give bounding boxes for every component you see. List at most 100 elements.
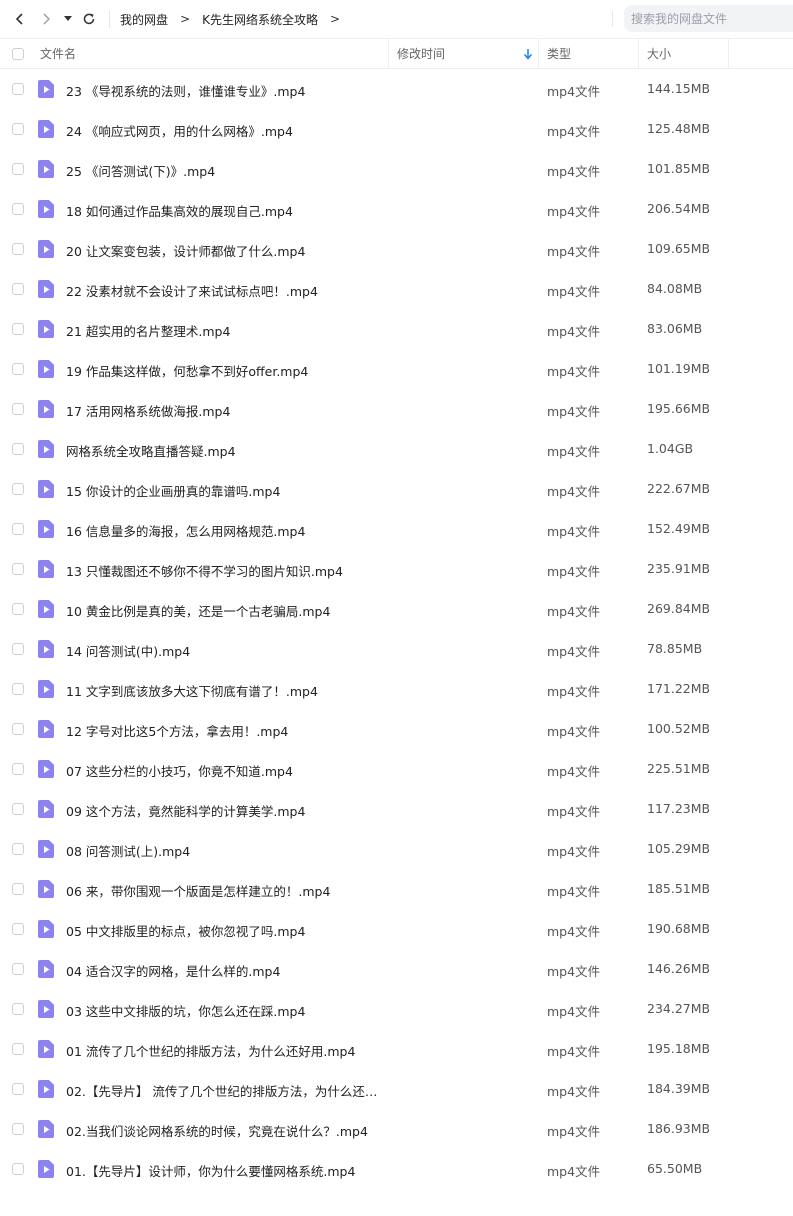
row-checkbox[interactable] (12, 603, 24, 615)
row-checkbox[interactable] (12, 1083, 24, 1095)
file-name[interactable]: 12 字号对比这5个方法，拿去用！.mp4 (66, 721, 288, 740)
row-checkbox[interactable] (12, 283, 24, 295)
file-row[interactable]: 12 字号对比这5个方法，拿去用！.mp4 mp4文件 100.52MB (0, 709, 793, 749)
file-name[interactable]: 24 《响应式网页，用的什么网格》.mp4 (66, 121, 293, 140)
column-divider[interactable] (538, 39, 539, 69)
file-row[interactable]: 24 《响应式网页，用的什么网格》.mp4 mp4文件 125.48MB (0, 109, 793, 149)
file-row[interactable]: 18 如何通过作品集高效的展现自己.mp4 mp4文件 206.54MB (0, 189, 793, 229)
file-row[interactable]: 13 只懂裁图还不够你不得不学习的图片知识.mp4 mp4文件 235.91MB (0, 549, 793, 589)
file-row[interactable]: 04 适合汉字的网格，是什么样的.mp4 mp4文件 146.26MB (0, 949, 793, 989)
row-checkbox[interactable] (12, 923, 24, 935)
file-row[interactable]: 16 信息量多的海报，怎么用网格规范.mp4 mp4文件 152.49MB (0, 509, 793, 549)
row-checkbox[interactable] (12, 523, 24, 535)
file-name[interactable]: 08 问答测试(上).mp4 (66, 841, 190, 860)
breadcrumb-item[interactable]: 我的网盘 (120, 11, 168, 28)
file-name[interactable]: 21 超实用的名片整理术.mp4 (66, 321, 230, 340)
file-name[interactable]: 23 《导视系统的法则，谁懂谁专业》.mp4 (66, 81, 305, 100)
file-name[interactable]: 05 中文排版里的标点，被你忽视了吗.mp4 (66, 921, 305, 940)
row-checkbox[interactable] (12, 963, 24, 975)
row-checkbox[interactable] (12, 803, 24, 815)
row-checkbox[interactable] (12, 643, 24, 655)
column-divider[interactable] (388, 39, 389, 69)
row-checkbox[interactable] (12, 843, 24, 855)
file-row[interactable]: 02.【先导片】 流传了几个世纪的排版方法，为什么还好... mp4文件 184.3… (0, 1069, 793, 1109)
row-checkbox[interactable] (12, 763, 24, 775)
row-checkbox[interactable] (12, 483, 24, 495)
sort-descending-icon[interactable] (523, 48, 533, 60)
file-row[interactable]: 06 来，带你围观一个版面是怎样建立的！.mp4 mp4文件 185.51MB (0, 869, 793, 909)
file-name[interactable]: 07 这些分栏的小技巧，你竟不知道.mp4 (66, 761, 293, 780)
file-name[interactable]: 20 让文案变包装，设计师都做了什么.mp4 (66, 241, 305, 260)
file-name[interactable]: 网格系统全攻略直播答疑.mp4 (66, 441, 236, 460)
select-all-checkbox[interactable] (12, 47, 24, 60)
file-name[interactable]: 04 适合汉字的网格，是什么样的.mp4 (66, 961, 280, 980)
file-name[interactable]: 09 这个方法，竟然能科学的计算美学.mp4 (66, 801, 305, 820)
file-row[interactable]: 01 流传了几个世纪的排版方法，为什么还好用.mp4 mp4文件 195.18MB (0, 1029, 793, 1069)
refresh-button[interactable] (77, 0, 101, 38)
row-checkbox[interactable] (12, 443, 24, 455)
file-name[interactable]: 22 没素材就不会设计了来试试标点吧！.mp4 (66, 281, 318, 300)
file-name[interactable]: 02.【先导片】 流传了几个世纪的排版方法，为什么还好... (66, 1081, 386, 1100)
file-name[interactable]: 01.【先导片】设计师，你为什么要懂网格系统.mp4 (66, 1161, 355, 1180)
history-dropdown-button[interactable] (59, 0, 77, 38)
file-name[interactable]: 16 信息量多的海报，怎么用网格规范.mp4 (66, 521, 305, 540)
file-name[interactable]: 17 活用网格系统做海报.mp4 (66, 401, 230, 420)
file-name[interactable]: 15 你设计的企业画册真的靠谱吗.mp4 (66, 481, 280, 500)
row-checkbox[interactable] (12, 203, 24, 215)
column-divider[interactable] (638, 39, 639, 69)
row-checkbox[interactable] (12, 723, 24, 735)
file-row[interactable]: 07 这些分栏的小技巧，你竟不知道.mp4 mp4文件 225.51MB (0, 749, 793, 789)
file-name[interactable]: 18 如何通过作品集高效的展现自己.mp4 (66, 201, 293, 220)
search-input[interactable] (629, 10, 793, 27)
row-checkbox[interactable] (12, 883, 24, 895)
breadcrumb-item[interactable]: K先生网络系统全攻略 (202, 11, 318, 28)
file-row[interactable]: 03 这些中文排版的坑，你怎么还在踩.mp4 mp4文件 234.27MB (0, 989, 793, 1029)
file-row[interactable]: 19 作品集这样做，何愁拿不到好offer.mp4 mp4文件 101.19MB (0, 349, 793, 389)
row-checkbox[interactable] (12, 1003, 24, 1015)
file-row[interactable]: 10 黄金比例是真的美，还是一个古老骗局.mp4 mp4文件 269.84MB (0, 589, 793, 629)
column-mtime-header[interactable]: 修改时间 (397, 45, 445, 62)
row-checkbox[interactable] (12, 123, 24, 135)
row-checkbox[interactable] (12, 683, 24, 695)
file-name[interactable]: 02.当我们谈论网格系统的时候，究竟在说什么？.mp4 (66, 1121, 368, 1140)
file-row[interactable]: 09 这个方法，竟然能科学的计算美学.mp4 mp4文件 117.23MB (0, 789, 793, 829)
file-row[interactable]: 15 你设计的企业画册真的靠谱吗.mp4 mp4文件 222.67MB (0, 469, 793, 509)
row-checkbox[interactable] (12, 243, 24, 255)
row-checkbox[interactable] (12, 1123, 24, 1135)
file-name[interactable]: 06 来，带你围观一个版面是怎样建立的！.mp4 (66, 881, 330, 900)
row-checkbox[interactable] (12, 403, 24, 415)
file-row[interactable]: 05 中文排版里的标点，被你忽视了吗.mp4 mp4文件 190.68MB (0, 909, 793, 949)
file-row[interactable]: 20 让文案变包装，设计师都做了什么.mp4 mp4文件 109.65MB (0, 229, 793, 269)
forward-button[interactable] (33, 0, 59, 38)
row-checkbox[interactable] (12, 323, 24, 335)
row-checkbox[interactable] (12, 1043, 24, 1055)
row-checkbox[interactable] (12, 363, 24, 375)
file-row[interactable]: 25 《问答测试(下)》.mp4 mp4文件 101.85MB (0, 149, 793, 189)
file-row[interactable]: 21 超实用的名片整理术.mp4 mp4文件 83.06MB (0, 309, 793, 349)
row-checkbox[interactable] (12, 563, 24, 575)
file-row[interactable]: 17 活用网格系统做海报.mp4 mp4文件 195.66MB (0, 389, 793, 429)
file-name[interactable]: 01 流传了几个世纪的排版方法，为什么还好用.mp4 (66, 1041, 355, 1060)
file-name[interactable]: 25 《问答测试(下)》.mp4 (66, 161, 215, 180)
file-row[interactable]: 22 没素材就不会设计了来试试标点吧！.mp4 mp4文件 84.08MB (0, 269, 793, 309)
search-box[interactable] (624, 5, 793, 32)
file-row[interactable]: 14 问答测试(中).mp4 mp4文件 78.85MB (0, 629, 793, 669)
file-row[interactable]: 01.【先导片】设计师，你为什么要懂网格系统.mp4 mp4文件 65.50MB (0, 1149, 793, 1189)
row-checkbox[interactable] (12, 163, 24, 175)
column-size-header[interactable]: 大小 (647, 45, 671, 62)
back-button[interactable] (7, 0, 33, 38)
column-name-header[interactable]: 文件名 (40, 45, 76, 62)
file-name[interactable]: 10 黄金比例是真的美，还是一个古老骗局.mp4 (66, 601, 330, 620)
file-name[interactable]: 03 这些中文排版的坑，你怎么还在踩.mp4 (66, 1001, 305, 1020)
file-row[interactable]: 08 问答测试(上).mp4 mp4文件 105.29MB (0, 829, 793, 869)
file-row[interactable]: 02.当我们谈论网格系统的时候，究竟在说什么？.mp4 mp4文件 186.93MB (0, 1109, 793, 1149)
file-name[interactable]: 13 只懂裁图还不够你不得不学习的图片知识.mp4 (66, 561, 343, 580)
column-type-header[interactable]: 类型 (547, 45, 571, 62)
file-row[interactable]: 11 文字到底该放多大这下彻底有谱了！.mp4 mp4文件 171.22MB (0, 669, 793, 709)
file-row[interactable]: 网格系统全攻略直播答疑.mp4 mp4文件 1.04GB (0, 429, 793, 469)
row-checkbox[interactable] (12, 83, 24, 95)
file-name[interactable]: 19 作品集这样做，何愁拿不到好offer.mp4 (66, 361, 308, 380)
row-checkbox[interactable] (12, 1163, 24, 1175)
column-divider[interactable] (728, 39, 729, 69)
file-row[interactable]: 23 《导视系统的法则，谁懂谁专业》.mp4 mp4文件 144.15MB (0, 69, 793, 109)
